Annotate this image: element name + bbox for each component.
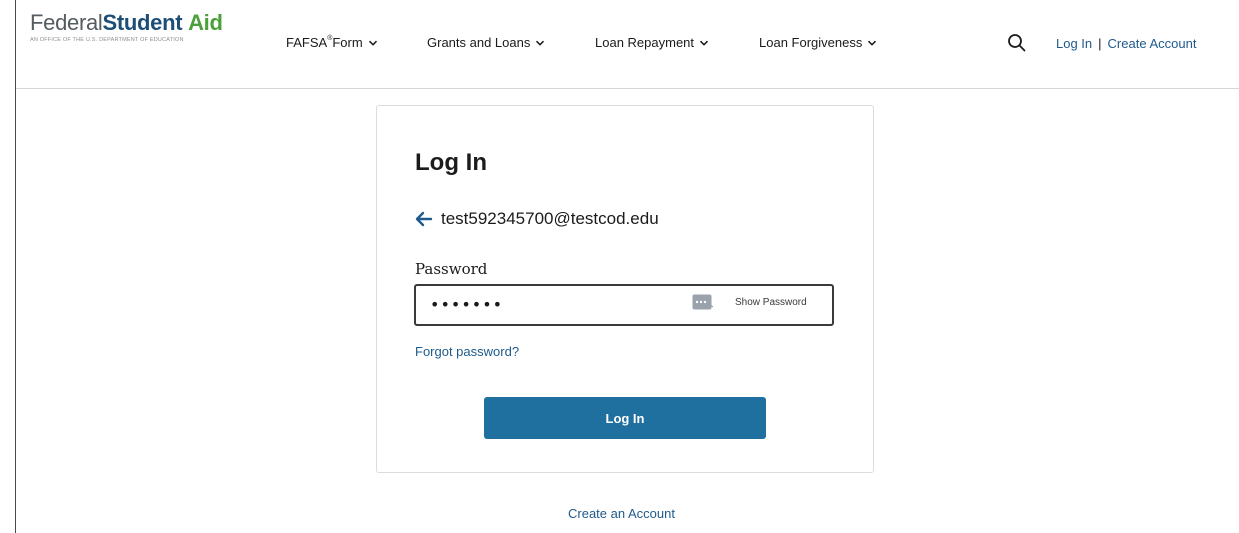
site-header: FederalStudent Aid An OFFICE of the U.S.… [16,0,1239,89]
header-login-link[interactable]: Log In [1056,36,1092,51]
search-icon[interactable] [1006,32,1028,54]
logo-tagline: An OFFICE of the U.S. DEPARTMENT of EDUC… [30,37,184,43]
password-input[interactable]: ••••••• Show Password [414,284,834,326]
nav-item-loan-forgiveness[interactable]: Loan Forgiveness [759,35,877,50]
show-password-label: Show Password [735,296,807,308]
link-separator: | [1098,36,1102,51]
logo-federal: Federal [30,10,103,35]
create-account-link[interactable]: Create an Account [568,506,675,521]
nav-item-label: Grants and Loans [427,35,531,50]
chevron-down-icon [535,38,545,48]
password-masked-value: ••••••• [430,295,504,314]
email-address: test592345700@testcod.edu [441,209,659,228]
login-title: Log In [415,149,487,176]
nav-item-fafsa[interactable]: FAFSA ® Form [286,35,378,50]
site-logo[interactable]: FederalStudent Aid An OFFICE of the U.S.… [30,10,240,43]
registered-mark: ® [327,35,333,42]
nav-item-label: Loan Forgiveness [759,35,863,50]
nav-item-label: Loan Repayment [595,35,695,50]
nav-item-grants-and-loans[interactable]: Grants and Loans [427,35,545,50]
logo-student: Student [102,10,183,35]
logo-wordmark: FederalStudent Aid [30,10,240,36]
forgot-password-link[interactable]: Forgot password? [415,344,519,359]
nav-item-loan-repayment[interactable]: Loan Repayment [595,35,709,50]
password-dots-icon [692,294,714,310]
header-create-account-link[interactable]: Create Account [1108,36,1197,51]
nav-item-label: FAFSA [286,35,328,50]
password-label: Password [415,260,488,278]
show-password-toggle[interactable]: Show Password [692,294,807,310]
account-links: Log In | Create Account [1056,36,1196,51]
chevron-down-icon [867,38,877,48]
chevron-down-icon [368,38,378,48]
chevron-down-icon [699,38,709,48]
login-button[interactable]: Log In [484,397,766,439]
back-arrow-icon [415,211,433,227]
change-email-link[interactable]: test592345700@testcod.edu [415,209,659,229]
nav-item-label-suffix: Form [332,35,363,50]
logo-aid: Aid [188,10,223,35]
login-card: Log In test592345700@testcod.edu Passwor… [376,105,874,473]
